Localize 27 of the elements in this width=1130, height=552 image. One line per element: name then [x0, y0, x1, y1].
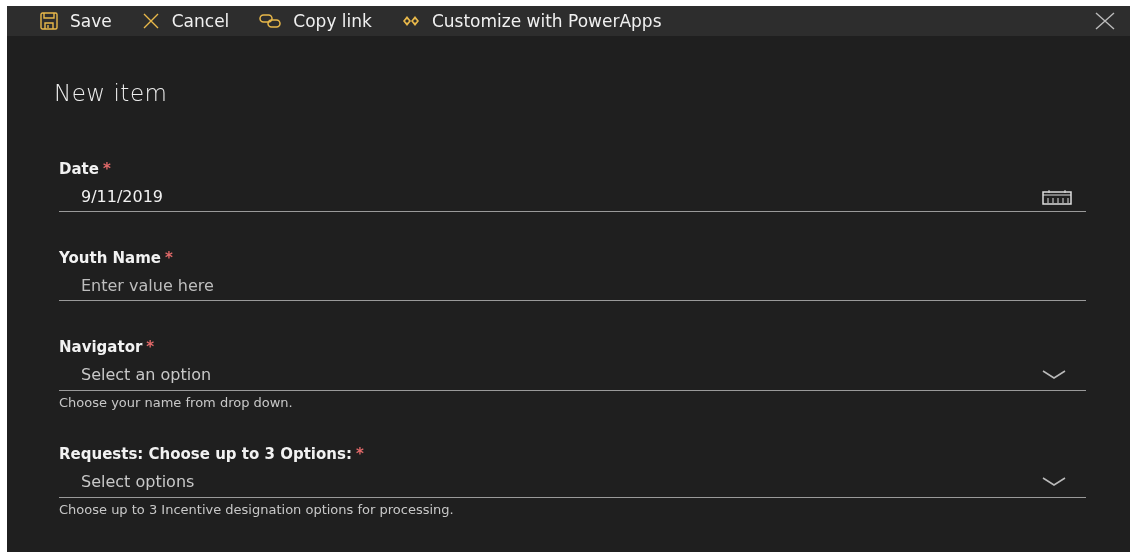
chevron-down-icon	[1042, 476, 1066, 487]
save-icon	[40, 12, 58, 30]
required-mark: *	[146, 338, 155, 356]
date-field[interactable]: 9/11/2019	[59, 181, 1086, 212]
calendar-icon[interactable]	[1042, 189, 1072, 205]
link-button[interactable]: Copy link	[259, 11, 372, 31]
field-label: Navigator *	[59, 338, 156, 356]
field-label: Requests: Choose up to 3 Options: *	[59, 445, 365, 463]
dropdown-field[interactable]: Select an option	[59, 359, 1086, 391]
powerapps-button[interactable]: Customize with PowerApps	[401, 11, 662, 31]
link-icon	[259, 14, 282, 28]
close-icon	[141, 12, 160, 30]
cancel-button[interactable]: Cancel	[141, 11, 230, 31]
diamond-icon	[401, 15, 420, 27]
required-mark: *	[165, 249, 173, 267]
help-text: Choose up to 3 Incentive designation options for processing.	[59, 502, 455, 517]
field-label: Youth Name *	[59, 249, 174, 267]
field-label: Date *	[59, 160, 112, 178]
required-mark: *	[355, 445, 364, 463]
form-title: New item	[54, 80, 169, 106]
save-button[interactable]: Save	[40, 11, 112, 31]
required-mark: *	[102, 160, 111, 178]
close-button[interactable]	[1094, 12, 1116, 30]
input-field[interactable]: Enter value here	[59, 270, 1086, 301]
dropdown-field[interactable]: Select options	[59, 466, 1086, 498]
help-text: Choose your name from drop down.	[59, 395, 294, 410]
chevron-down-icon	[1042, 369, 1066, 380]
